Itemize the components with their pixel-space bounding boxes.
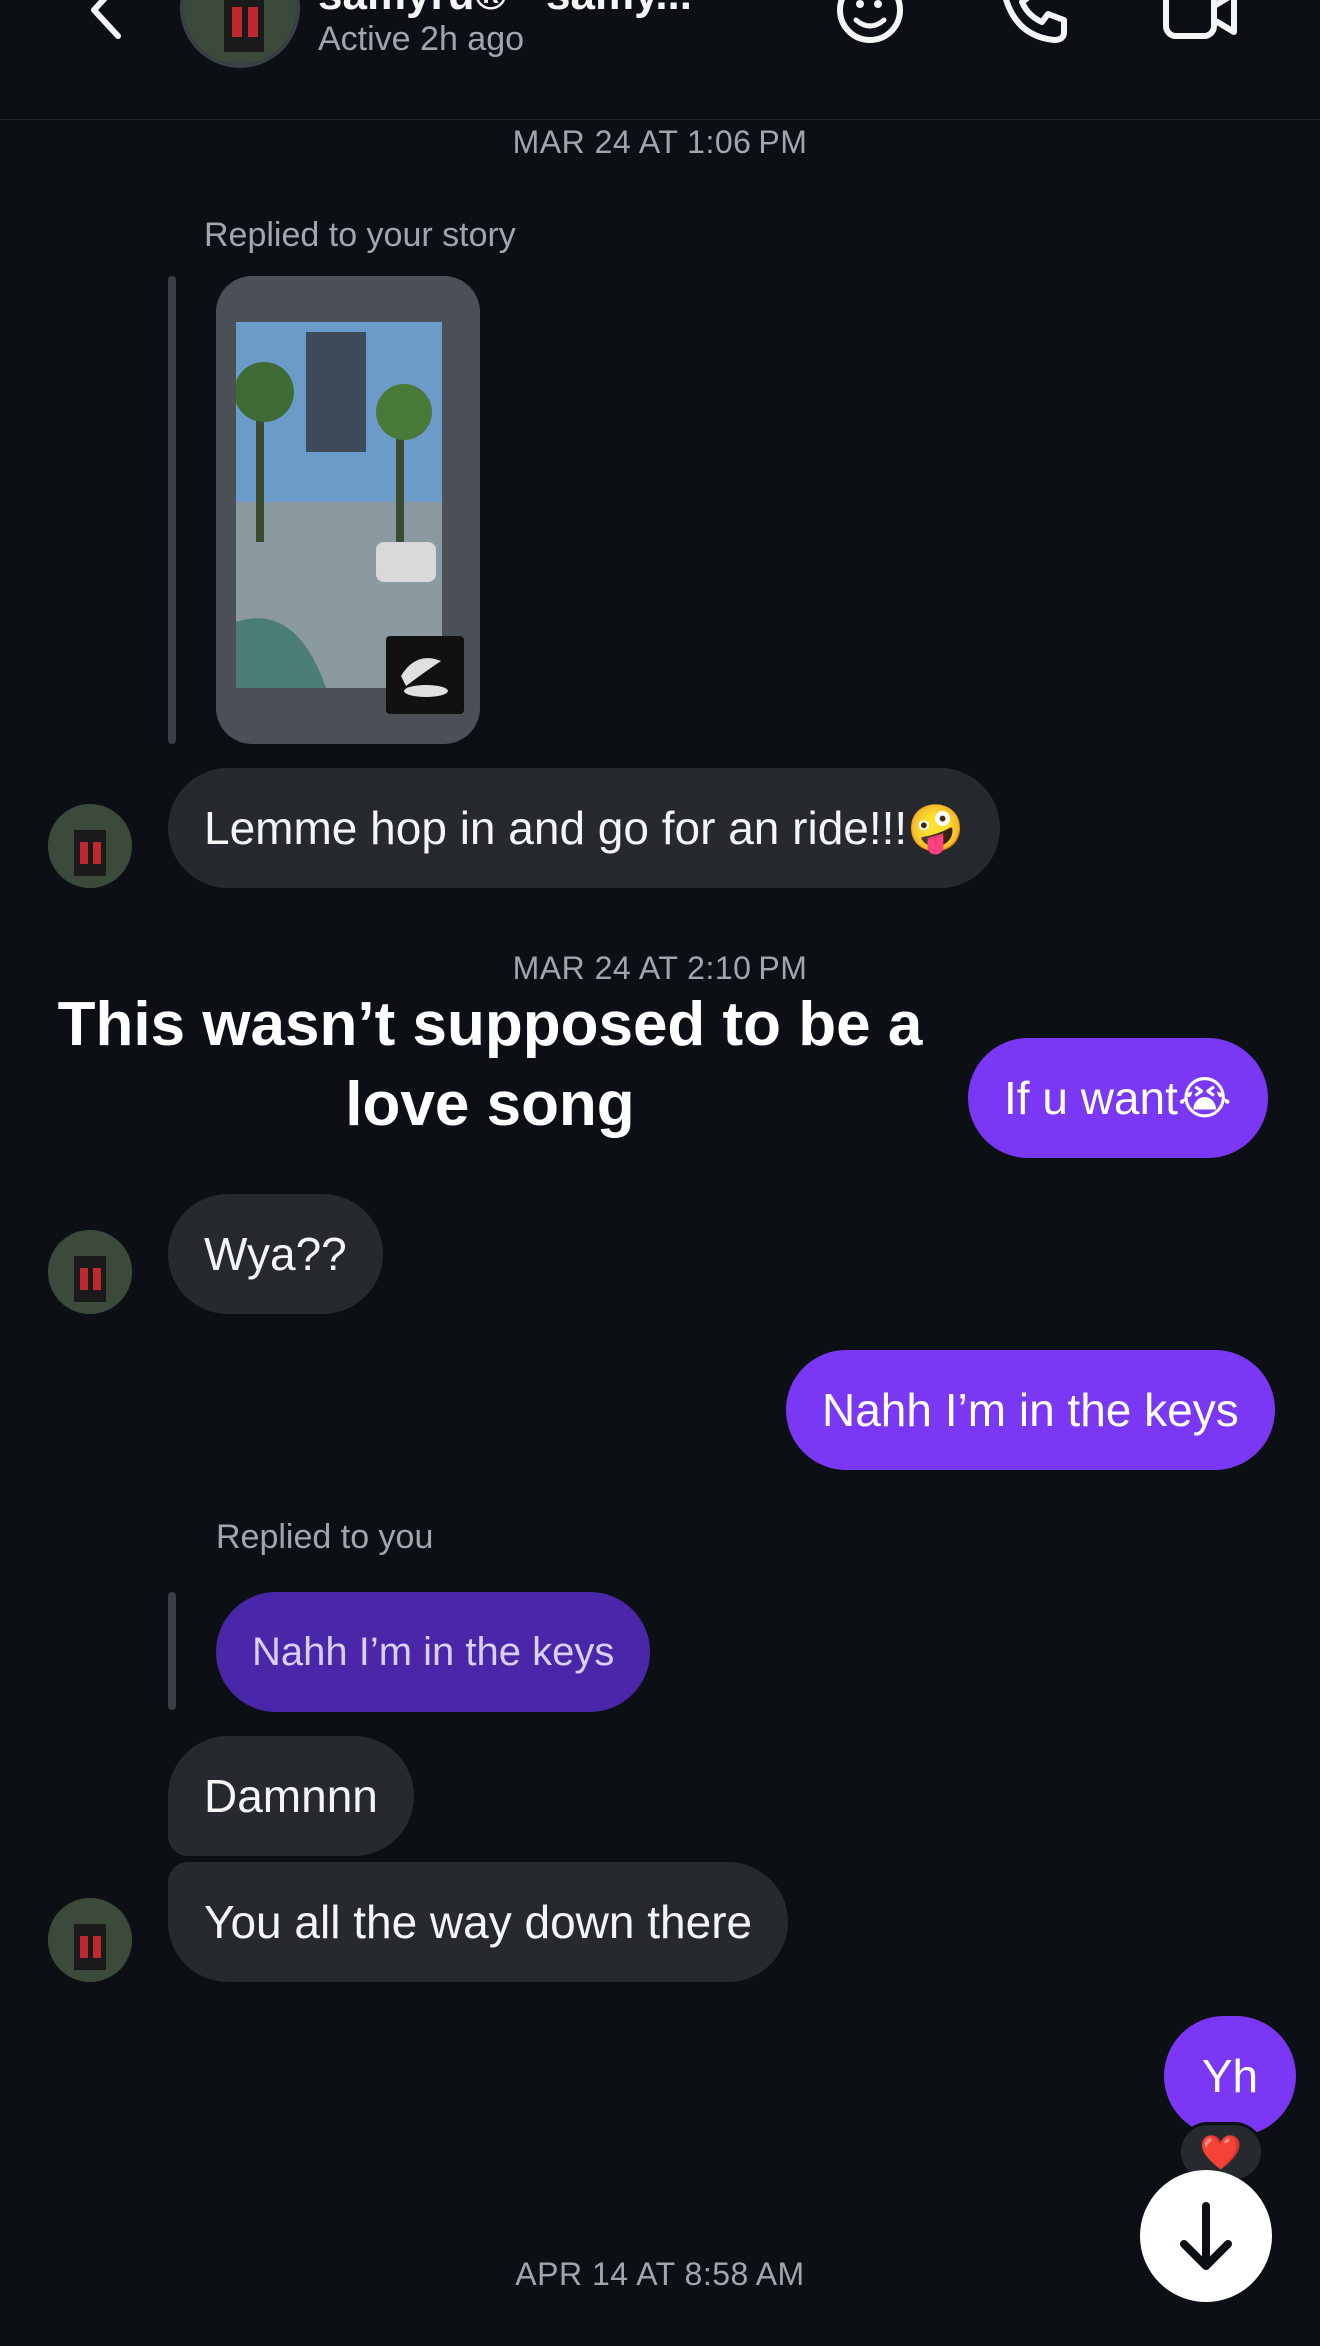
contact-avatar[interactable]	[48, 1898, 132, 1982]
story-sticker	[386, 636, 464, 714]
timestamp: MAR 24 AT 1:06 PM	[512, 124, 808, 160]
video-icon[interactable]	[1160, 0, 1240, 50]
phone-icon[interactable]	[994, 0, 1074, 50]
back-chevron-icon[interactable]	[86, 0, 126, 40]
scroll-to-bottom-button[interactable]	[1140, 2170, 1272, 2302]
quoted-message[interactable]: Nahh I’m in the keys	[216, 1592, 651, 1712]
active-status: Active 2h ago	[318, 20, 525, 58]
replied-to-story-label: Replied to your story	[204, 216, 516, 254]
message-bubble-received[interactable]: Wya??	[168, 1194, 383, 1314]
reply-indicator-bar	[168, 1592, 176, 1710]
replied-to-you-label: Replied to you	[216, 1518, 434, 1556]
timestamp: APR 14 AT 8:58 AM	[515, 2256, 805, 2292]
contact-avatar[interactable]	[48, 1230, 132, 1314]
overlay-caption-line2: love song	[345, 1070, 635, 1139]
story-image	[236, 322, 442, 688]
message-bubble-received[interactable]: Lemme hop in and go for an ride!!!🤪	[168, 768, 1001, 888]
story-preview[interactable]	[216, 276, 480, 744]
overlay-caption-line1: This wasn’t supposed to be a	[57, 990, 923, 1059]
chat-header: samyru® · samy... Active 2h ago	[0, 0, 1320, 120]
overlay-caption: This wasn’t supposed to be a love song	[40, 985, 940, 1145]
message-bubble-sent[interactable]: Yh	[1164, 2016, 1296, 2136]
message-bubble-sent[interactable]: Nahh I’m in the keys	[786, 1350, 1275, 1470]
arrow-down-icon	[1180, 2202, 1232, 2270]
message-bubble-received[interactable]: You all the way down there	[168, 1862, 789, 1982]
message-bubble-sent[interactable]: If u want😭	[968, 1038, 1268, 1158]
message-bubble-received[interactable]: Damnnn	[168, 1736, 414, 1856]
contact-avatar[interactable]	[48, 804, 132, 888]
sticker-icon[interactable]	[830, 0, 910, 50]
header-avatar[interactable]	[180, 0, 300, 68]
timestamp: MAR 24 AT 2:10 PM	[512, 950, 808, 986]
reply-indicator-bar	[168, 276, 176, 744]
contact-name[interactable]: samyru® · samy...	[318, 0, 692, 20]
